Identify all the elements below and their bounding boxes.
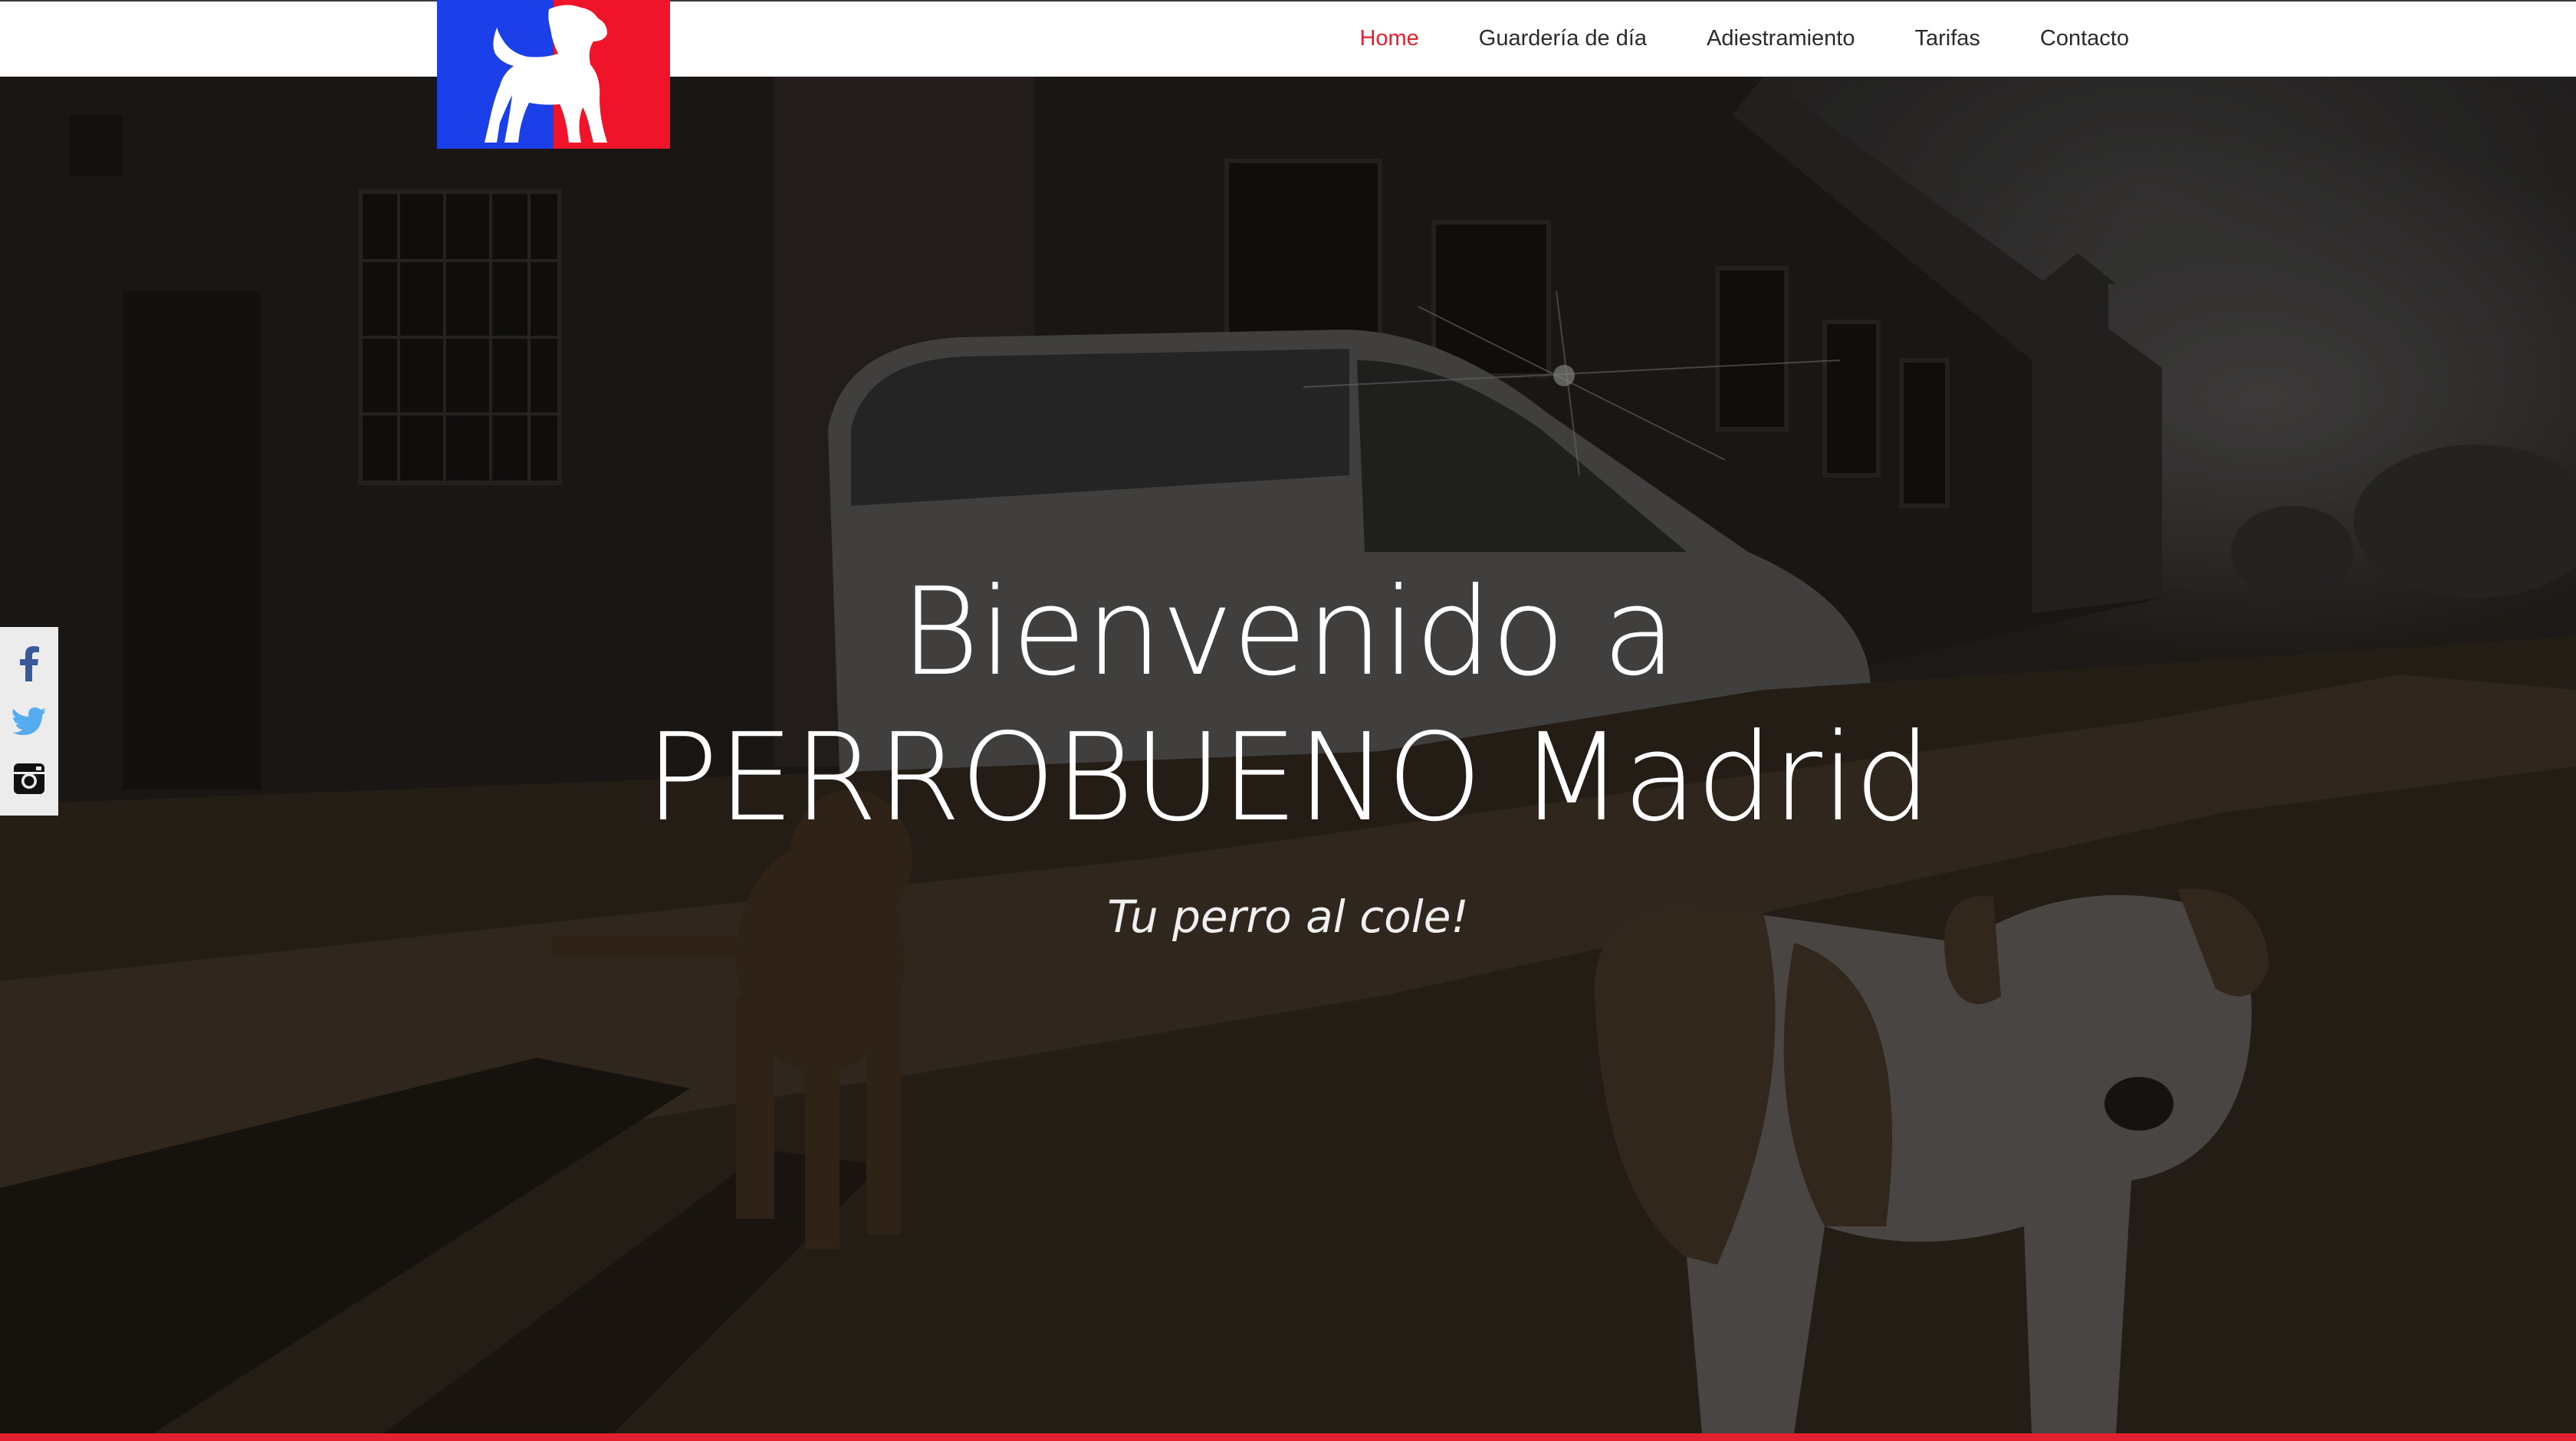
site-logo[interactable]	[437, 0, 670, 149]
hero-title-line2: PERROBUENO Madrid	[645, 707, 1931, 849]
main-nav: Home Guardería de día Adiestramiento Tar…	[1329, 0, 2129, 77]
hero-title: Bienvenido a PERROBUENO Madrid	[0, 560, 2576, 851]
facebook-icon	[20, 645, 39, 681]
instagram-icon	[14, 763, 44, 795]
social-sidebar	[0, 627, 58, 816]
nav-item-adiestramiento[interactable]: Adiestramiento	[1677, 26, 1884, 51]
nav-item-guarderia[interactable]: Guardería de día	[1449, 26, 1677, 51]
nav-item-tarifas[interactable]: Tarifas	[1885, 26, 2010, 51]
hero-text-block: Bienvenido a PERROBUENO Madrid Tu perro …	[0, 560, 2576, 943]
facebook-link[interactable]	[8, 642, 51, 685]
nav-item-home[interactable]: Home	[1329, 26, 1448, 51]
twitter-icon	[12, 707, 46, 735]
instagram-link[interactable]	[8, 757, 51, 800]
bottom-accent-bar	[0, 1433, 2576, 1441]
page: Home Guardería de día Adiestramiento Tar…	[0, 0, 2576, 1441]
dog-silhouette-icon	[437, 0, 670, 149]
twitter-link[interactable]	[8, 700, 51, 743]
nav-item-contacto[interactable]: Contacto	[2010, 26, 2129, 51]
hero-subtitle: Tu perro al cole!	[1107, 891, 1469, 943]
site-header	[0, 0, 2576, 77]
hero-title-line1: Bienvenido a	[900, 562, 1676, 703]
